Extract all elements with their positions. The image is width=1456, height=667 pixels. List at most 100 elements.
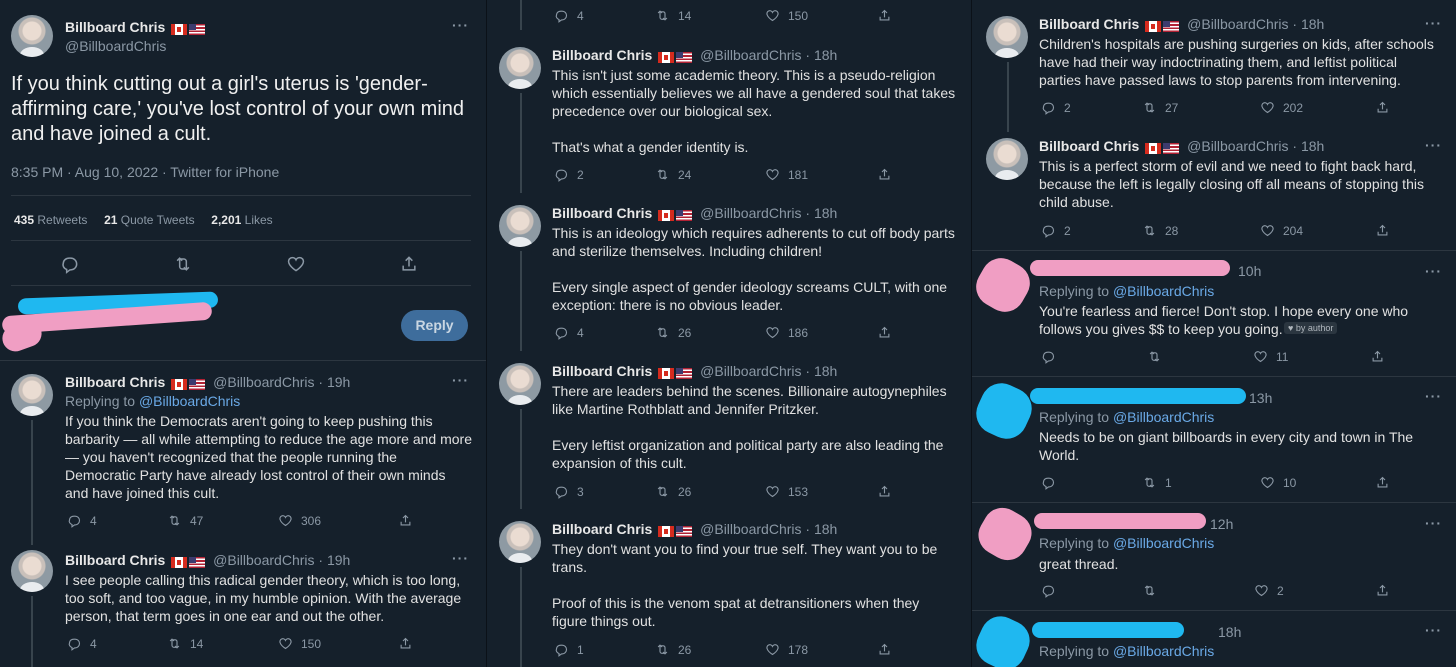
author-name[interactable]: Billboard Chris [65,19,165,35]
like-icon[interactable] [1260,100,1275,115]
share-icon[interactable] [1375,100,1390,115]
retweet-label[interactable]: Retweets [37,213,87,227]
like-action[interactable]: 202 [1260,100,1375,115]
tweet-time[interactable]: · 18h [1292,138,1324,154]
reply-icon[interactable] [1041,100,1056,115]
share-action[interactable] [1370,349,1385,364]
tweet-time[interactable]: · 18h [805,47,837,63]
like-icon[interactable] [278,636,293,651]
share-action[interactable] [877,8,892,23]
share-icon[interactable] [1370,349,1385,364]
tweet-time[interactable]: · 18h [805,363,837,379]
reply-button[interactable]: Reply [401,310,468,341]
retweet-action[interactable]: 14 [167,636,278,651]
share-icon[interactable] [877,8,892,23]
like-action[interactable]: 181 [765,167,877,182]
retweet-icon[interactable] [1147,349,1162,364]
tweet-time[interactable]: 18h [1218,624,1241,640]
like-action[interactable]: 2 [1254,583,1375,598]
replying-handle-link[interactable]: @BillboardChris [1113,283,1214,299]
more-options-icon[interactable]: ··· [1425,15,1442,31]
retweet-icon[interactable] [1142,475,1157,490]
tweet-time[interactable]: · 19h [318,374,350,390]
share-action[interactable] [877,642,892,657]
reply-action[interactable]: 2 [1041,223,1142,238]
like-icon[interactable] [1253,349,1268,364]
more-options-icon[interactable]: ··· [452,17,469,33]
like-icon[interactable] [1254,583,1269,598]
author-handle[interactable]: @BillboardChris [700,47,801,63]
reply-icon[interactable] [554,325,569,340]
more-options-icon[interactable]: ··· [1425,622,1442,638]
tweet-time[interactable]: · 19h [318,552,350,568]
more-options-icon[interactable]: ··· [452,550,469,566]
tweet-time[interactable]: · 18h [1292,16,1324,32]
author-name[interactable]: Billboard Chris [65,552,165,568]
avatar[interactable] [499,363,541,405]
author-name[interactable]: Billboard Chris [552,363,652,379]
reply-action[interactable] [1041,475,1142,490]
share-action[interactable] [398,513,413,528]
retweet-action[interactable]: 27 [1142,100,1260,115]
more-options-icon[interactable]: ··· [1425,388,1442,404]
reply-icon[interactable] [554,8,569,23]
like-action[interactable]: 150 [278,636,398,651]
like-icon[interactable] [765,8,780,23]
like-action[interactable]: 153 [765,484,877,499]
share-icon[interactable] [877,325,892,340]
share-action[interactable] [398,636,413,651]
share-icon[interactable] [398,513,413,528]
reply-action[interactable]: 2 [1041,100,1142,115]
author-handle[interactable]: @BillboardChris [213,552,314,568]
like-action[interactable]: 11 [1253,349,1370,364]
author-handle[interactable]: @BillboardChris [700,205,801,221]
retweet-action[interactable]: 1 [1142,475,1260,490]
author-name[interactable]: Billboard Chris [552,205,652,221]
share-icon[interactable] [398,636,413,651]
retweet-action[interactable]: 26 [655,642,765,657]
more-options-icon[interactable]: ··· [1425,515,1442,531]
like-action[interactable]: 178 [765,642,877,657]
avatar[interactable] [986,16,1028,58]
author-name[interactable]: Billboard Chris [1039,138,1139,154]
avatar[interactable] [986,138,1028,180]
replying-handle-link[interactable]: @BillboardChris [1113,409,1214,425]
reply-action[interactable] [1041,349,1147,364]
author-name[interactable]: Billboard Chris [65,374,165,390]
like-action[interactable]: 204 [1260,223,1375,238]
retweet-icon[interactable] [655,325,670,340]
reply-icon[interactable] [60,254,80,274]
avatar[interactable] [499,205,541,247]
like-action[interactable]: 150 [765,8,877,23]
reply-icon[interactable] [1041,583,1056,598]
tweet-time[interactable]: · 18h [805,205,837,221]
like-action[interactable]: 306 [278,513,398,528]
retweet-action[interactable]: 28 [1142,223,1260,238]
reply-action[interactable]: 2 [554,167,655,182]
like-icon[interactable] [278,513,293,528]
reply-action[interactable]: 4 [554,8,655,23]
reply-action[interactable]: 3 [554,484,655,499]
retweet-action[interactable]: 14 [655,8,765,23]
tweet-time[interactable]: 10h [1238,263,1261,279]
like-icon[interactable] [1260,475,1275,490]
retweet-icon[interactable] [1142,583,1157,598]
retweet-icon[interactable] [167,636,182,651]
replying-handle-link[interactable]: @BillboardChris [1113,535,1214,551]
tweet-time[interactable]: 12h [1210,516,1233,532]
retweet-icon[interactable] [655,484,670,499]
retweet-action[interactable]: 26 [655,484,765,499]
tweet-time[interactable]: · 18h [805,521,837,537]
reply-icon[interactable] [67,636,82,651]
author-handle[interactable]: @BillboardChris [700,363,801,379]
retweet-action[interactable]: 26 [655,325,765,340]
retweet-icon[interactable] [1142,100,1157,115]
reply-icon[interactable] [1041,349,1056,364]
share-action[interactable] [877,325,892,340]
author-name[interactable]: Billboard Chris [552,521,652,537]
avatar[interactable] [11,374,53,416]
like-icon[interactable] [765,642,780,657]
avatar[interactable] [11,15,53,57]
share-icon[interactable] [1375,583,1390,598]
author-handle[interactable]: @BillboardChris [700,521,801,537]
